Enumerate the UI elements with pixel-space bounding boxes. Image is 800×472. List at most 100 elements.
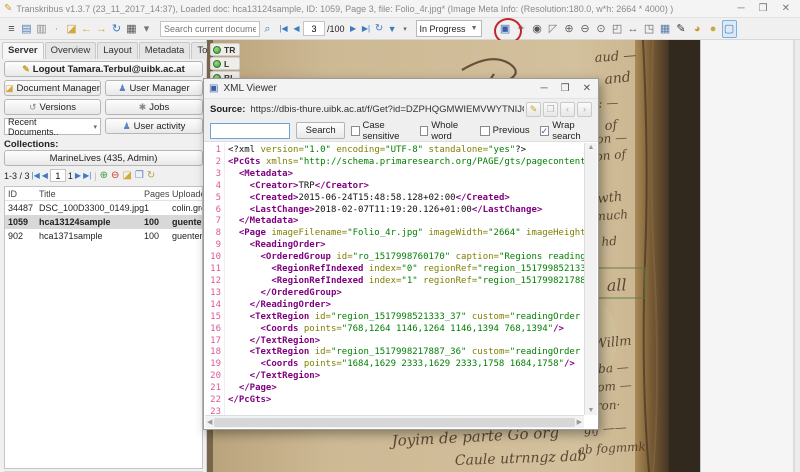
xml-viewer-icon[interactable]: ▣ (493, 17, 522, 44)
dialog-minimize-button[interactable]: ─ (541, 83, 548, 94)
image-mode-icon[interactable]: ▦ (658, 20, 673, 38)
scroll-right-icon[interactable]: ▶ (577, 418, 582, 426)
pager-last-button[interactable]: ▶| (83, 171, 91, 180)
checkbox-wrap-search[interactable]: ✓ Wrap search (539, 120, 592, 142)
xml-vertical-scrollbar[interactable]: ▲ ▼ (584, 143, 597, 415)
user-icon: ♟ (118, 82, 127, 93)
show-image-icon[interactable]: ◉ (530, 20, 545, 38)
first-page-button[interactable]: |◀ (277, 24, 290, 33)
window-minimize-button[interactable]: ─ (738, 3, 745, 14)
xml-horizontal-scrollbar[interactable]: ◀ ▶ (205, 415, 584, 428)
delete-doc-icon[interactable]: ⊖ (111, 170, 119, 181)
xml-content-area[interactable]: 1 2 3 4 5 6 7 8 9 10 11 12 13 14 15 16 17 18 19 20 21 22 23 <?… (205, 143, 597, 417)
next-doc-icon[interactable]: → (94, 20, 109, 38)
toggle-lines[interactable]: L (210, 57, 241, 70)
window-title: Transkribus v1.3.7 (23_11_2017_14:37), L… (16, 3, 674, 14)
search-icon[interactable]: ⌕ (260, 20, 275, 38)
dialog-titlebar[interactable]: ▣ XML Viewer ─ ❒ ✕ (204, 79, 598, 99)
back-icon[interactable]: ‹ (560, 102, 575, 117)
prev-doc-icon[interactable]: ← (79, 20, 94, 38)
add-doc-icon[interactable]: ⊕ (100, 170, 108, 181)
pager-page-input[interactable] (49, 169, 66, 182)
save-dropdown-caret-icon[interactable]: ▾ (399, 25, 412, 33)
scroll-up-icon[interactable]: ▲ (588, 144, 595, 151)
pointer-small-icon[interactable]: · (49, 20, 64, 38)
edit-icon[interactable]: ✎ (526, 102, 541, 117)
split-horizontal-icon[interactable]: ▤ (19, 20, 34, 38)
scrollbar-thumb[interactable] (214, 417, 575, 427)
user-manager-button[interactable]: ♟ User Manager (105, 80, 203, 96)
copy-icon[interactable]: ❐ (543, 102, 558, 117)
xml-code[interactable]: <?xml version="1.0" encoding="UTF-8" sta… (225, 143, 584, 415)
table-row-selected[interactable]: 1059 hca13124sample 100 guenter (5, 215, 202, 229)
save-icon[interactable]: ▼ (386, 24, 399, 34)
xml-line: <OrderedGroup id="ro_1517998760170" capt… (228, 252, 585, 263)
line-number-gutter: 1 2 3 4 5 6 7 8 9 10 11 12 13 14 15 16 17 18 19 20 21 22 23 (205, 143, 225, 417)
line-number: 3 (215, 168, 221, 179)
pager-first-button[interactable]: |◀ (32, 171, 40, 180)
page-vertical-scrollbar[interactable] (794, 40, 800, 472)
pager-prev-button[interactable]: ◀ (42, 171, 48, 180)
toggle-text-regions[interactable]: TR (210, 43, 241, 56)
split-vertical-icon[interactable]: ▥ (34, 20, 49, 38)
window-close-button[interactable]: ✕ (782, 3, 790, 14)
user-activity-button[interactable]: ♟ User activity (105, 118, 203, 134)
status-combobox[interactable]: In Progress ▼ (415, 20, 482, 37)
dialog-close-button[interactable]: ✕ (583, 83, 591, 94)
overflow-icon[interactable]: ▾ (139, 20, 154, 38)
prev-page-button[interactable]: ◀ (290, 24, 303, 33)
menu-icon[interactable]: ≡ (4, 20, 19, 38)
scroll-down-icon[interactable]: ▼ (588, 407, 595, 414)
fit-height-icon[interactable]: ◳ (642, 20, 657, 38)
page-number-input[interactable] (303, 21, 325, 36)
window-maximize-button[interactable]: ❒ (759, 3, 768, 14)
tab-metadata[interactable]: Metadata (138, 42, 191, 59)
versions-button[interactable]: ↺ Versions (4, 99, 101, 115)
line-number: 7 (215, 216, 221, 227)
fit-width-icon[interactable]: ↔ (626, 20, 641, 38)
manuscript-word: aud — (594, 48, 637, 66)
checkbox-case-sensitive[interactable]: Case sensitive (351, 120, 410, 142)
xml-search-button[interactable]: Search (296, 122, 346, 139)
tab-server[interactable]: Server (2, 42, 44, 59)
zoom-reset-icon[interactable]: ⊙ (594, 20, 609, 38)
reload-doc-icon[interactable]: ↻ (109, 20, 124, 38)
documents-table: ID Title Pages Uploade 34487 DSC_100D330… (4, 186, 203, 469)
document-manager-button[interactable]: ◪ Document Manager (4, 80, 101, 96)
duplicate-icon[interactable]: ❐ (135, 170, 144, 181)
tab-layout[interactable]: Layout (97, 42, 138, 59)
forward-icon[interactable]: › (577, 102, 592, 117)
pager-next-button[interactable]: ▶ (75, 171, 81, 180)
focus-toggle-icon[interactable]: ▢ (721, 19, 737, 38)
export-icon[interactable]: ▦ (124, 20, 139, 38)
table-row[interactable]: 34487 DSC_100D3300_0149.jpg 1 colin.gre (5, 201, 202, 215)
open-doc-icon[interactable]: ◪ (64, 20, 79, 38)
fit-page-icon[interactable]: ◰ (610, 20, 625, 38)
checkbox-previous[interactable]: Previous (479, 120, 530, 142)
refresh-list-icon[interactable]: ↻ (147, 170, 155, 181)
dialog-maximize-button[interactable]: ❒ (561, 83, 570, 94)
document-pager: 1-3 / 3 |◀ ◀ 1 ▶ ▶| | ⊕⊖◪❐↻ (4, 168, 203, 183)
line-number: 14 (210, 299, 221, 310)
palette-icon[interactable]: ◕ (690, 20, 705, 38)
xml-search-input[interactable] (210, 122, 290, 139)
select-region-icon[interactable]: ◸ (546, 20, 561, 38)
next-page-button[interactable]: ▶ (347, 24, 360, 33)
zoom-out-icon[interactable]: ⊖ (578, 20, 593, 38)
reload-page-button[interactable]: ↻ (373, 23, 386, 34)
checkbox-whole-word[interactable]: Whole word (420, 120, 470, 142)
scroll-left-icon[interactable]: ◀ (207, 418, 212, 426)
logout-button[interactable]: ✎ Logout Tamara.Terbul@uibk.ac.at (4, 61, 203, 77)
pen-icon[interactable]: ✎ (674, 20, 689, 38)
recent-documents-combobox[interactable]: Recent Documents.. ▾ (4, 117, 101, 137)
zoom-in-icon[interactable]: ⊕ (562, 20, 577, 38)
search-input[interactable] (160, 20, 260, 37)
collection-selector[interactable]: MarineLives (435, Admin) (4, 150, 203, 166)
jobs-button[interactable]: ✱ Jobs (105, 99, 203, 115)
folder-icon[interactable]: ◪ (122, 170, 131, 181)
last-page-button[interactable]: ▶| (360, 24, 373, 33)
help-icon[interactable]: ● (706, 20, 721, 38)
line-number: 1 (215, 145, 221, 155)
tab-overview[interactable]: Overview (44, 42, 97, 59)
table-row[interactable]: 902 hca1371sample 100 guenter (5, 229, 202, 243)
